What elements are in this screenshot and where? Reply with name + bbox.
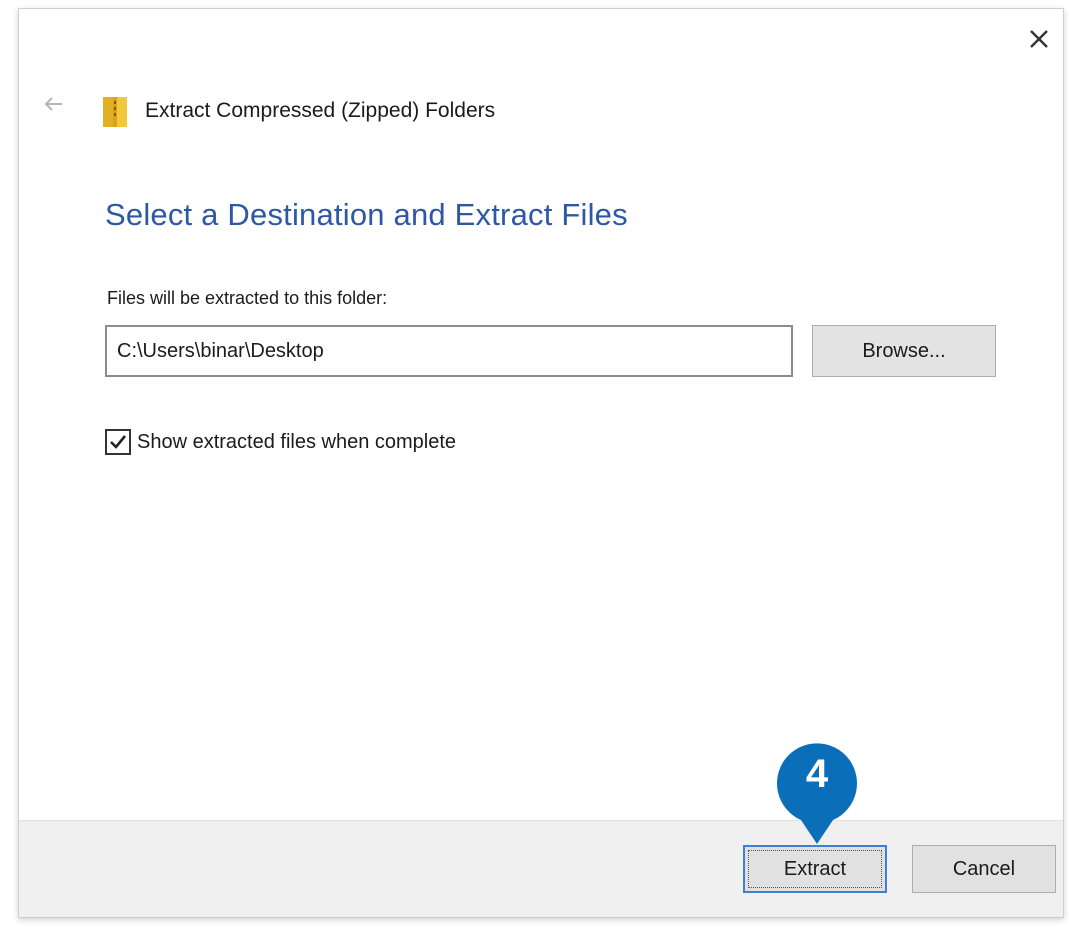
show-files-checkbox[interactable] <box>105 429 131 455</box>
show-files-option[interactable]: Show extracted files when complete <box>105 429 456 455</box>
extract-dialog: Extract Compressed (Zipped) Folders Sele… <box>18 8 1064 918</box>
show-files-label: Show extracted files when complete <box>137 430 457 453</box>
back-button[interactable] <box>41 95 67 117</box>
extract-button-label: Extract <box>783 857 847 880</box>
dialog-footer: Extract Cancel <box>19 820 1063 917</box>
destination-label: Files will be extracted to this folder: <box>107 288 388 308</box>
zip-folder-icon <box>103 93 127 129</box>
back-arrow-icon <box>44 96 64 116</box>
close-icon <box>1028 28 1050 55</box>
step-number: 4 <box>805 752 829 796</box>
extract-button[interactable]: Extract <box>743 845 887 893</box>
close-button[interactable] <box>1021 21 1057 61</box>
browse-button[interactable]: Browse... <box>812 325 996 377</box>
checkmark-icon <box>110 435 127 449</box>
dialog-title: Extract Compressed (Zipped) Folders <box>145 99 496 122</box>
cancel-button[interactable]: Cancel <box>912 845 1056 893</box>
destination-path-input[interactable] <box>105 325 793 377</box>
step-marker: 4 <box>771 742 863 846</box>
screenshot-canvas: Extract Compressed (Zipped) Folders Sele… <box>0 0 1069 927</box>
page-heading: Select a Destination and Extract Files <box>105 197 628 232</box>
